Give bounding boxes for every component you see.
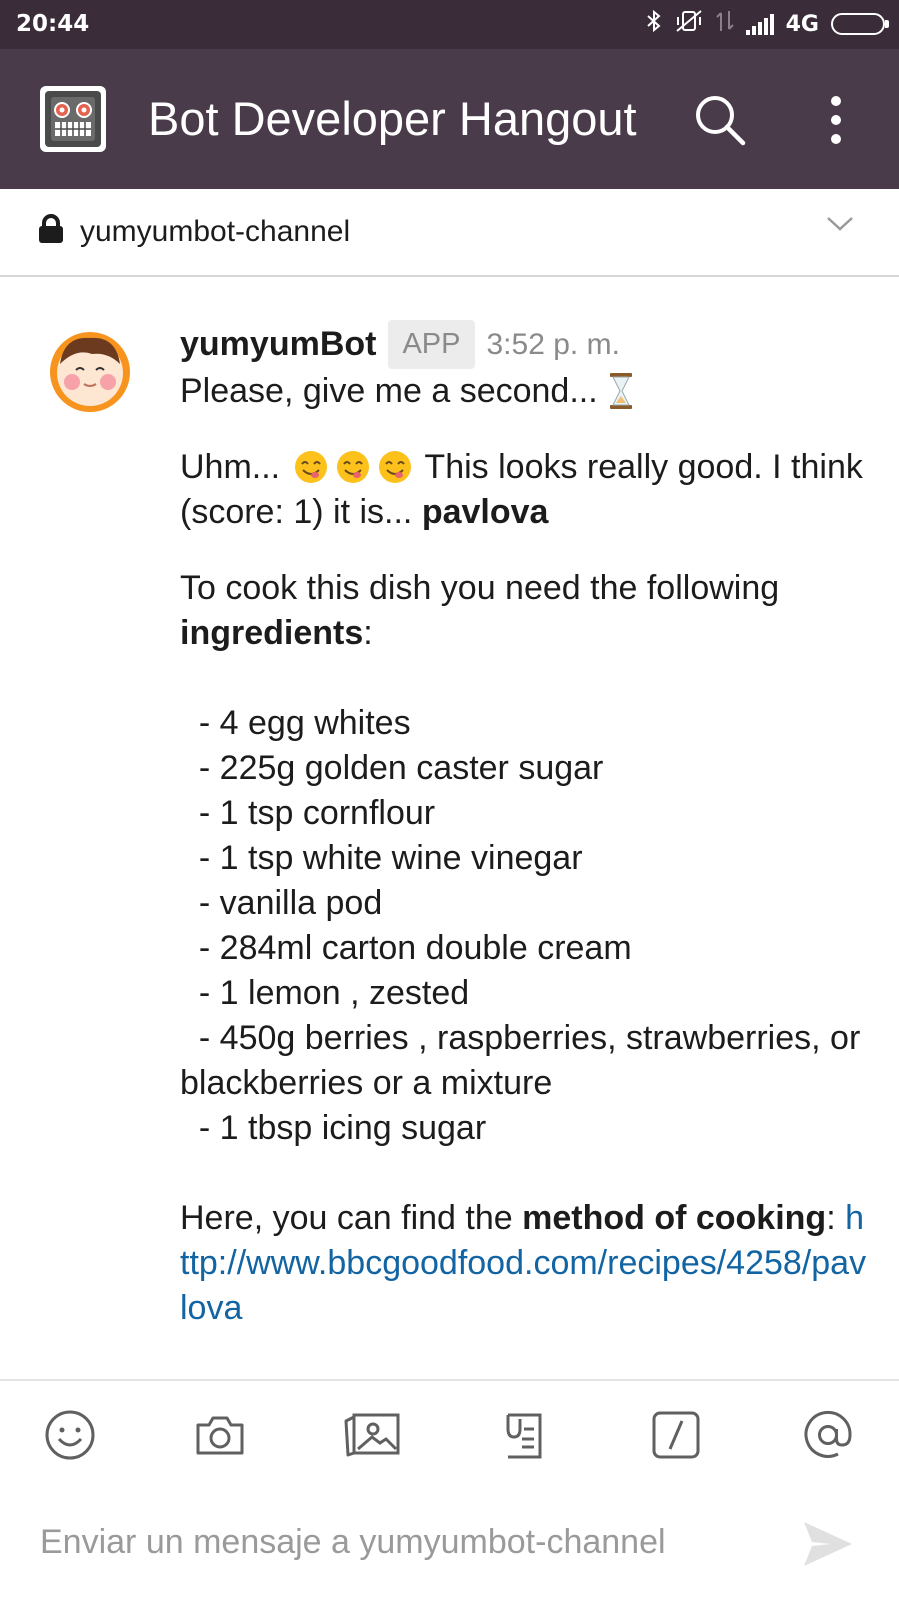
app-bar: Bot Developer Hangout [0,49,899,189]
mention-icon[interactable] [802,1409,854,1461]
message-line-2: Uhm... This looks really good. I think (… [180,445,870,535]
message-body: yumyumBot APP 3:52 p. m. Please, give me… [180,319,870,1331]
channel-name: yumyumbot-channel [80,215,351,248]
message-line-4: Here, you can find the method of cooking… [180,1196,870,1331]
overflow-menu-icon[interactable] [826,95,846,145]
message-author[interactable]: yumyumBot [180,322,376,367]
list-item: - 450g berries , raspberries, strawberri… [180,1019,870,1102]
yum-emoji-icon [378,450,412,484]
status-bar: 20:44 4G [0,0,899,49]
network-type: 4G [785,11,819,37]
message-text: : [826,1199,836,1237]
status-time: 20:44 [16,11,90,37]
file-icon[interactable] [500,1409,552,1461]
list-item: - 1 tbsp icing sugar [180,1109,487,1147]
camera-icon[interactable] [194,1409,246,1461]
emoji-icon[interactable] [44,1409,96,1461]
list-item: - vanilla pod [180,884,383,922]
app-badge: APP [388,319,475,369]
workspace-logo-icon[interactable] [40,86,106,152]
list-item: - 1 tsp cornflour [180,794,436,832]
message-text: Here, you can find the [180,1199,513,1237]
message-text: To cook this dish you need the following [180,569,780,607]
chevron-down-icon[interactable] [826,214,854,234]
message-line-1: Please, give me a second... [180,369,870,414]
list-item: - 1 lemon , zested [180,974,470,1012]
avatar[interactable] [48,330,132,414]
dish-name: pavlova [421,493,549,531]
message-header: yumyumBot APP 3:52 p. m. [180,319,870,369]
message-input[interactable]: Enviar un mensaje a yumyumbot-channel [40,1523,666,1562]
yum-emoji-icon [336,450,370,484]
message: yumyumBot APP 3:52 p. m. Please, give me… [0,277,899,1377]
ingredients-heading: ingredients [180,614,364,652]
list-item: - 225g golden caster sugar [180,749,604,787]
method-heading: method of cooking [522,1199,827,1237]
list-item: - 4 egg whites [180,704,411,742]
list-item: - 1 tsp white wine vinegar [180,839,583,877]
list-item: - 284ml carton double cream [180,929,632,967]
message-text: Please, give me a second... [180,372,598,410]
message-line-3: To cook this dish you need the following… [180,566,870,656]
vibrate-off-icon [674,9,704,39]
lock-icon [38,214,64,244]
status-icons: 4G [646,9,889,39]
yum-emoji-icon [294,450,328,484]
channel-header[interactable]: yumyumbot-channel [0,189,899,277]
ingredients-list: - 4 egg whites - 225g golden caster suga… [180,701,870,1151]
data-arrows-icon [715,9,734,39]
message-timestamp: 3:52 p. m. [486,327,620,361]
message-composer[interactable]: Enviar un mensaje a yumyumbot-channel [0,1475,899,1599]
search-icon[interactable] [694,94,746,146]
gallery-icon[interactable] [342,1409,402,1461]
composer-toolbar [0,1379,899,1477]
workspace-title[interactable]: Bot Developer Hangout [148,91,663,146]
slash-command-icon[interactable] [650,1409,702,1461]
message-text: : [363,614,373,652]
bluetooth-icon [646,9,662,39]
signal-icon [745,13,774,35]
message-text: Uhm... [180,448,281,486]
send-icon[interactable] [800,1516,856,1572]
battery-icon [831,13,889,35]
hourglass-icon [608,372,634,410]
